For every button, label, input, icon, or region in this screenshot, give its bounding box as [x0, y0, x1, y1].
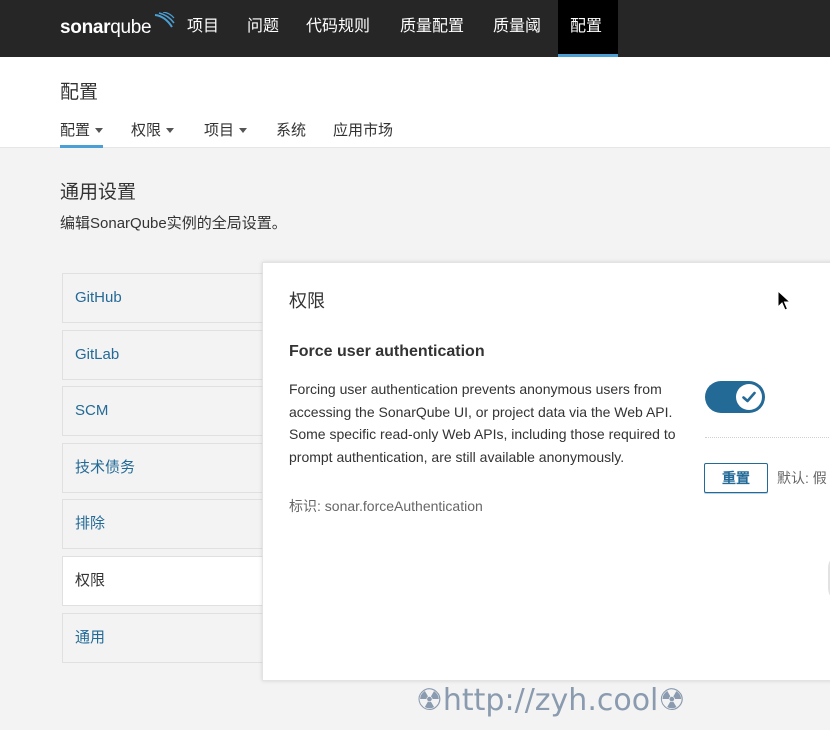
divider — [705, 437, 830, 438]
nav-issues[interactable]: 问题 — [235, 0, 291, 57]
page-header: 配置 配置 权限 项目 系统 应用市场 — [0, 57, 830, 148]
setting-name: Force user authentication — [289, 343, 485, 360]
subnav-security[interactable]: 权限 — [131, 119, 175, 148]
subnav-system[interactable]: 系统 — [276, 119, 306, 148]
setting-key: 标识: sonar.forceAuthentication — [289, 498, 483, 514]
category-gitlab[interactable]: GitLab — [62, 330, 272, 380]
subnav-configuration[interactable]: 配置 — [60, 119, 104, 148]
category-exclusions[interactable]: 排除 — [62, 499, 272, 549]
default-value: 默认: 假 — [777, 470, 827, 486]
page-title: 配置 — [60, 82, 99, 103]
subnav-marketplace[interactable]: 应用市场 — [333, 119, 393, 148]
nav-projects[interactable]: 项目 — [175, 0, 231, 57]
caret-down-icon — [95, 127, 104, 133]
setting-description: Forcing user authentication prevents ano… — [289, 381, 676, 465]
nav-quality-gates[interactable]: 质量阈 — [481, 0, 553, 57]
section-title: 通用设置 — [60, 182, 137, 203]
category-general[interactable]: 通用 — [62, 613, 272, 663]
top-navbar: sonarqube 项目 问题 代码规则 质量配置 质量阈 配置 — [0, 0, 830, 57]
force-auth-toggle[interactable] — [705, 381, 765, 413]
subnav-projects[interactable]: 项目 — [204, 119, 248, 148]
category-security[interactable]: 权限 — [62, 556, 272, 606]
sonarqube-logo[interactable]: sonarqube — [60, 12, 175, 42]
mouse-cursor-icon — [777, 290, 791, 311]
nav-quality-profiles[interactable]: 质量配置 — [388, 0, 476, 57]
logo-text-light: qube — [110, 17, 152, 38]
section-description: 编辑SonarQube实例的全局设置。 — [60, 215, 287, 232]
panel-title: 权限 — [289, 291, 325, 311]
settings-panel: 权限 Force user authentication Forcing use… — [262, 262, 830, 681]
nav-rules[interactable]: 代码规则 — [294, 0, 382, 57]
category-technical-debt[interactable]: 技术债务 — [62, 443, 272, 493]
category-scm[interactable]: SCM — [62, 386, 272, 436]
category-github[interactable]: GitHub — [62, 273, 272, 323]
reset-button[interactable]: 重置 — [704, 463, 768, 493]
check-icon — [742, 391, 756, 403]
logo-text-bold: sonar — [60, 17, 111, 38]
caret-down-icon — [239, 127, 248, 133]
watermark: ☢http://zyh.cool☢ — [416, 683, 686, 718]
nav-administration[interactable]: 配置 — [558, 0, 618, 57]
toggle-knob — [736, 384, 762, 410]
caret-down-icon — [166, 127, 175, 133]
logo-waves-icon — [154, 12, 175, 28]
